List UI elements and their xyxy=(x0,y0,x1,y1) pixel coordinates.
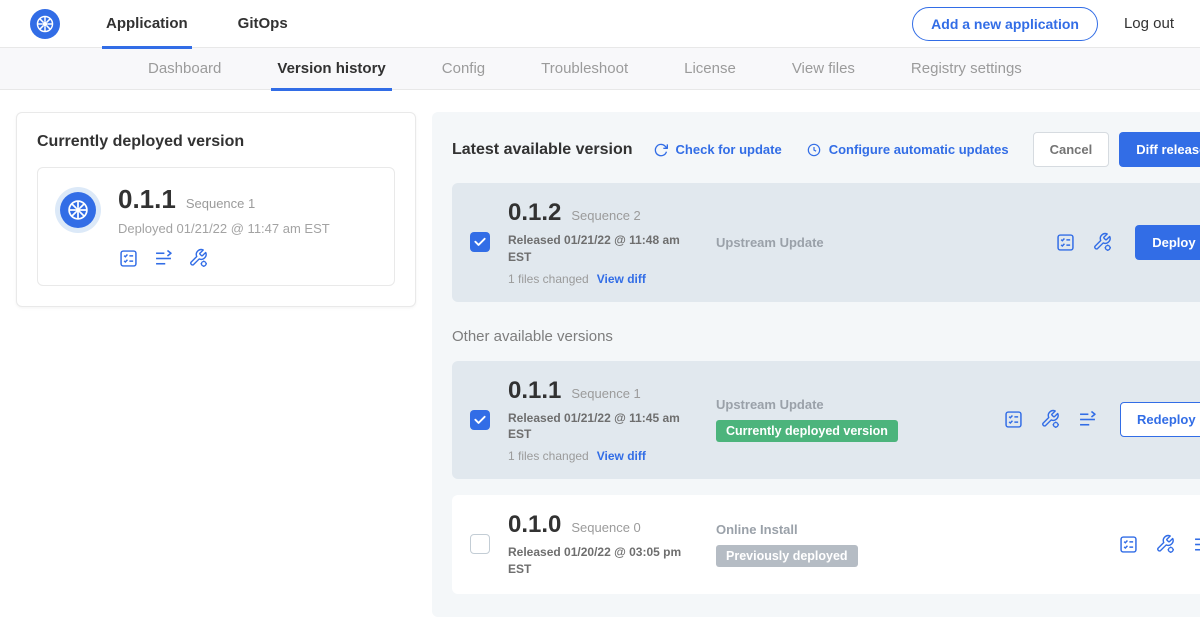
edit-config-icon[interactable] xyxy=(1092,232,1113,253)
version-sequence: Sequence 0 xyxy=(571,520,640,535)
top-navbar: Application GitOps Add a new application… xyxy=(0,0,1200,48)
row-actions xyxy=(1118,534,1200,555)
kubernetes-logo[interactable] xyxy=(30,9,60,39)
deployed-sequence: Sequence 1 xyxy=(186,196,255,211)
panel-header: Latest available version Check for updat… xyxy=(452,132,1200,167)
subnav-label: License xyxy=(684,60,736,77)
latest-version-title: Latest available version xyxy=(452,141,633,159)
checkmark-icon xyxy=(473,413,487,427)
view-diff-link[interactable]: View diff xyxy=(597,449,646,463)
subnav-label: View files xyxy=(792,60,855,77)
helm-wheel-icon xyxy=(65,197,91,223)
available-versions-panel: Latest available version Check for updat… xyxy=(432,112,1200,617)
nav-tab-label: Application xyxy=(106,15,188,32)
release-notes-icon[interactable] xyxy=(1118,534,1139,555)
refresh-icon xyxy=(653,142,669,158)
deploy-logs-icon[interactable] xyxy=(1077,409,1098,430)
files-changed-label: 1 files changed xyxy=(508,449,589,463)
release-notes-icon[interactable] xyxy=(1003,409,1024,430)
nav-tab-application[interactable]: Application xyxy=(102,0,192,48)
version-sequence: Sequence 1 xyxy=(571,386,640,401)
logout-link[interactable]: Log out xyxy=(1124,15,1174,32)
version-sequence: Sequence 2 xyxy=(571,208,640,223)
configure-updates-label: Configure automatic updates xyxy=(829,142,1009,157)
version-number: 0.1.0 xyxy=(508,511,561,539)
nav-tab-gitops[interactable]: GitOps xyxy=(234,0,292,48)
version-info: 0.1.2 Sequence 2 Released 01/21/22 @ 11:… xyxy=(508,199,716,286)
subnav-label: Troubleshoot xyxy=(541,60,628,77)
main-content: Currently deployed version 0.1.1 Sequenc… xyxy=(0,90,1200,617)
version-number: 0.1.1 xyxy=(508,377,561,405)
subnav-item-version-history[interactable]: Version history xyxy=(249,48,413,90)
view-diff-link[interactable]: View diff xyxy=(597,272,646,286)
subnav-label: Version history xyxy=(277,60,385,77)
add-new-application-button[interactable]: Add a new application xyxy=(912,7,1098,41)
edit-config-icon[interactable] xyxy=(188,248,209,269)
subnav-item-troubleshoot[interactable]: Troubleshoot xyxy=(513,48,656,90)
deploy-button[interactable]: Deploy xyxy=(1135,225,1200,260)
navbar-right: Add a new application Log out xyxy=(912,7,1174,41)
version-checkbox[interactable] xyxy=(470,410,490,430)
subnav-item-config[interactable]: Config xyxy=(414,48,513,90)
subnav-label: Dashboard xyxy=(148,60,221,77)
currently-deployed-badge: Currently deployed version xyxy=(716,420,898,442)
row-actions: Deploy xyxy=(1055,225,1200,260)
deployed-version-card: 0.1.1 Sequence 1 Deployed 01/21/22 @ 11:… xyxy=(37,167,395,286)
subnav-item-view-files[interactable]: View files xyxy=(764,48,883,90)
version-source: Upstream Update xyxy=(716,397,993,412)
deploy-logs-icon[interactable] xyxy=(1192,534,1200,555)
row-actions: Redeploy xyxy=(1003,402,1200,437)
edit-config-icon[interactable] xyxy=(1040,409,1061,430)
header-buttons: Cancel Diff releases xyxy=(1033,132,1200,167)
previously-deployed-badge: Previously deployed xyxy=(716,545,858,567)
app-logo xyxy=(60,192,96,228)
other-versions-title: Other available versions xyxy=(452,328,1200,345)
version-source: Online Install xyxy=(716,522,1108,537)
configure-automatic-updates-link[interactable]: Configure automatic updates xyxy=(806,142,1009,158)
deployed-version-number: 0.1.1 xyxy=(118,184,176,215)
version-source-block: Upstream Update Currently deployed versi… xyxy=(716,397,1003,442)
version-row-0-1-1: 0.1.1 Sequence 1 Released 01/21/22 @ 11:… xyxy=(452,361,1200,480)
subnav-item-dashboard[interactable]: Dashboard xyxy=(120,48,249,90)
version-source-block: Upstream Update xyxy=(716,235,1055,250)
subnav-label: Config xyxy=(442,60,485,77)
version-number: 0.1.2 xyxy=(508,199,561,227)
deployed-timestamp: Deployed 01/21/22 @ 11:47 am EST xyxy=(118,221,330,236)
released-timestamp: Released 01/20/22 @ 03:05 pm EST xyxy=(508,544,688,578)
version-info: 0.1.0 Sequence 0 Released 01/20/22 @ 03:… xyxy=(508,511,716,578)
check-for-update-label: Check for update xyxy=(676,142,782,157)
released-timestamp: Released 01/21/22 @ 11:48 am EST xyxy=(508,232,688,266)
sub-navbar: Dashboard Version history Config Trouble… xyxy=(0,48,1200,90)
version-row-0-1-2: 0.1.2 Sequence 2 Released 01/21/22 @ 11:… xyxy=(452,183,1200,302)
redeploy-button[interactable]: Redeploy xyxy=(1120,402,1200,437)
currently-deployed-panel: Currently deployed version 0.1.1 Sequenc… xyxy=(16,112,416,307)
version-info: 0.1.1 Sequence 1 Released 01/21/22 @ 11:… xyxy=(508,377,716,464)
cancel-button[interactable]: Cancel xyxy=(1033,132,1110,167)
subnav-label: Registry settings xyxy=(911,60,1022,77)
diff-releases-button[interactable]: Diff releases xyxy=(1119,132,1200,167)
deployed-panel-title: Currently deployed version xyxy=(37,133,395,151)
release-notes-icon[interactable] xyxy=(118,248,139,269)
checkmark-icon xyxy=(473,235,487,249)
subnav-item-license[interactable]: License xyxy=(656,48,764,90)
version-row-0-1-0: 0.1.0 Sequence 0 Released 01/20/22 @ 03:… xyxy=(452,495,1200,594)
released-timestamp: Released 01/21/22 @ 11:45 am EST xyxy=(508,410,688,444)
subnav-item-registry-settings[interactable]: Registry settings xyxy=(883,48,1050,90)
check-for-update-link[interactable]: Check for update xyxy=(653,142,782,158)
clock-icon xyxy=(806,142,822,158)
release-notes-icon[interactable] xyxy=(1055,232,1076,253)
version-source: Upstream Update xyxy=(716,235,1045,250)
version-source-block: Online Install Previously deployed xyxy=(716,522,1118,567)
helm-wheel-icon xyxy=(34,13,56,35)
deploy-logs-icon[interactable] xyxy=(153,248,174,269)
edit-config-icon[interactable] xyxy=(1155,534,1176,555)
nav-tab-label: GitOps xyxy=(238,15,288,32)
files-changed-label: 1 files changed xyxy=(508,272,589,286)
version-checkbox[interactable] xyxy=(470,534,490,554)
version-checkbox[interactable] xyxy=(470,232,490,252)
